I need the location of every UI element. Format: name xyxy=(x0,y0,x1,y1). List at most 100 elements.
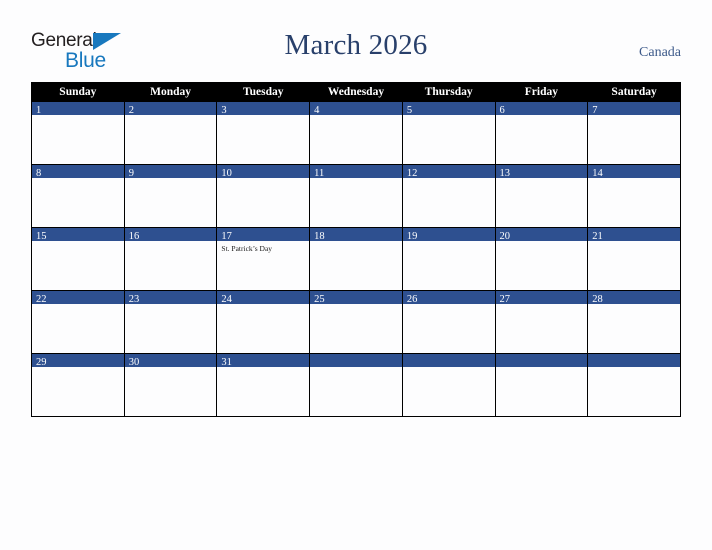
calendar-day-cell[interactable]: 9 xyxy=(123,164,218,228)
calendar-day-cell[interactable]: 8 xyxy=(31,164,125,228)
day-cell-inner: 30 xyxy=(124,354,217,416)
day-number-band: 24 xyxy=(217,291,310,305)
weekday-header-wednesday: Wednesday xyxy=(309,82,403,102)
day-number-band: 28 xyxy=(588,291,680,305)
weekday-header-saturday: Saturday xyxy=(587,82,681,102)
day-cell-inner: 25 xyxy=(310,291,402,353)
calendar-week-row: 15 16 17 St. Patrick’s Day 18 19 20 21 xyxy=(31,227,681,291)
calendar-day-cell[interactable]: 6 xyxy=(494,101,589,165)
day-number: 30 xyxy=(128,357,140,368)
weekday-header-thursday: Thursday xyxy=(401,82,496,102)
day-cell-inner: 4 xyxy=(310,102,402,164)
calendar-day-cell[interactable]: 31 xyxy=(216,353,311,417)
day-number: 9 xyxy=(128,168,134,179)
day-number: 25 xyxy=(314,294,325,305)
day-number: 3 xyxy=(221,105,227,116)
day-cell-inner: 28 xyxy=(588,291,680,353)
weekday-header-tuesday: Tuesday xyxy=(216,82,311,102)
day-cell-inner: 31 xyxy=(217,354,310,416)
calendar-day-cell[interactable]: 28 xyxy=(587,290,681,354)
calendar-empty-cell[interactable] xyxy=(401,353,496,417)
day-number: 15 xyxy=(36,231,47,242)
day-cell-inner: 15 xyxy=(32,228,124,290)
day-number-band: 13 xyxy=(495,165,588,179)
calendar-day-cell[interactable]: 23 xyxy=(123,290,218,354)
day-number-band: 25 xyxy=(310,291,402,305)
calendar-day-cell[interactable]: 4 xyxy=(309,101,403,165)
day-number: 20 xyxy=(499,231,511,242)
day-number: 26 xyxy=(406,294,418,305)
day-cell-inner: 2 xyxy=(124,102,217,164)
calendar-day-cell[interactable]: 21 xyxy=(587,227,681,291)
day-number-band: 12 xyxy=(402,165,495,179)
calendar-day-cell[interactable]: 16 xyxy=(123,227,218,291)
calendar-day-cell[interactable]: 10 xyxy=(216,164,311,228)
day-number: 27 xyxy=(499,294,511,305)
day-cell-inner: 3 xyxy=(217,102,310,164)
day-cell-inner: 22 xyxy=(32,291,124,353)
day-cell-inner: 18 xyxy=(310,228,402,290)
calendar-body: 1 2 3 4 5 6 7 8 9 10 11 12 13 14 15 16 17 St. Patrick’s D… xyxy=(31,101,681,417)
day-number-band: 15 xyxy=(32,228,124,242)
day-number-band: 22 xyxy=(32,291,124,305)
weekday-header-friday: Friday xyxy=(494,82,589,102)
calendar-day-cell[interactable]: 2 xyxy=(123,101,218,165)
calendar-empty-cell[interactable] xyxy=(587,353,681,417)
day-cell-inner: 19 xyxy=(402,228,495,290)
day-number: 5 xyxy=(406,105,413,116)
day-number: 22 xyxy=(36,294,47,305)
day-cell-inner: 23 xyxy=(124,291,217,353)
calendar-day-cell[interactable]: 7 xyxy=(587,101,681,165)
calendar-empty-cell[interactable] xyxy=(494,353,589,417)
calendar-day-cell[interactable]: 29 xyxy=(31,353,125,417)
calendar-day-cell[interactable]: 25 xyxy=(309,290,403,354)
calendar-day-cell[interactable]: 18 xyxy=(309,227,403,291)
calendar-week-row: 22 23 24 25 26 27 28 xyxy=(31,290,681,354)
calendar-day-cell[interactable]: 15 xyxy=(31,227,125,291)
calendar-page: General Blue March 2026 Canada Sunday Mon… xyxy=(0,0,712,550)
calendar-day-cell[interactable]: 5 xyxy=(401,101,496,165)
day-number: 19 xyxy=(406,231,418,242)
calendar-empty-cell[interactable] xyxy=(309,353,403,417)
day-events xyxy=(496,367,588,370)
calendar-day-cell[interactable]: 22 xyxy=(31,290,125,354)
day-cell-inner: 29 xyxy=(32,354,124,416)
day-number-band: 31 xyxy=(217,354,310,368)
calendar-day-cell[interactable]: 20 xyxy=(494,227,589,291)
calendar-day-cell[interactable]: 19 xyxy=(401,227,496,291)
calendar-day-cell[interactable]: 30 xyxy=(123,353,218,417)
day-cell-inner: 26 xyxy=(402,291,495,353)
calendar-day-cell[interactable]: 27 xyxy=(494,290,589,354)
calendar-day-cell[interactable]: 13 xyxy=(494,164,589,228)
day-events xyxy=(588,115,680,118)
day-number: 23 xyxy=(128,294,140,305)
calendar-day-cell[interactable]: 3 xyxy=(216,101,311,165)
day-number: 1 xyxy=(36,105,42,116)
day-events xyxy=(32,178,124,181)
calendar-day-cell[interactable]: 24 xyxy=(216,290,311,354)
day-number-band: 9 xyxy=(124,165,217,179)
calendar-day-cell[interactable]: 12 xyxy=(401,164,496,228)
day-number: 7 xyxy=(592,105,598,116)
day-number: 6 xyxy=(499,105,505,116)
weekday-header-monday: Monday xyxy=(123,82,218,102)
day-cell-inner: 9 xyxy=(124,165,217,227)
calendar-day-cell[interactable]: 1 xyxy=(31,101,125,165)
calendar-day-cell[interactable]: 26 xyxy=(401,290,496,354)
calendar-day-cell[interactable]: 11 xyxy=(309,164,403,228)
day-number: 16 xyxy=(128,231,140,242)
day-number-band: 1 xyxy=(32,102,124,116)
day-number-band: 8 xyxy=(32,165,124,179)
weekday-header-sunday: Sunday xyxy=(31,82,125,102)
day-number: 31 xyxy=(221,357,232,368)
day-cell-inner: 24 xyxy=(217,291,310,353)
day-number-band: 2 xyxy=(124,102,217,116)
calendar-day-cell[interactable]: 14 xyxy=(587,164,681,228)
day-number-band: 29 xyxy=(32,354,124,368)
calendar-week-row: 1 2 3 4 5 6 7 xyxy=(31,101,681,165)
day-number: 11 xyxy=(314,168,325,179)
day-number-band: 7 xyxy=(588,102,680,116)
day-number: 4 xyxy=(314,105,320,116)
calendar-day-cell[interactable]: 17 St. Patrick’s Day xyxy=(216,227,311,291)
day-number-band: 27 xyxy=(495,291,588,305)
